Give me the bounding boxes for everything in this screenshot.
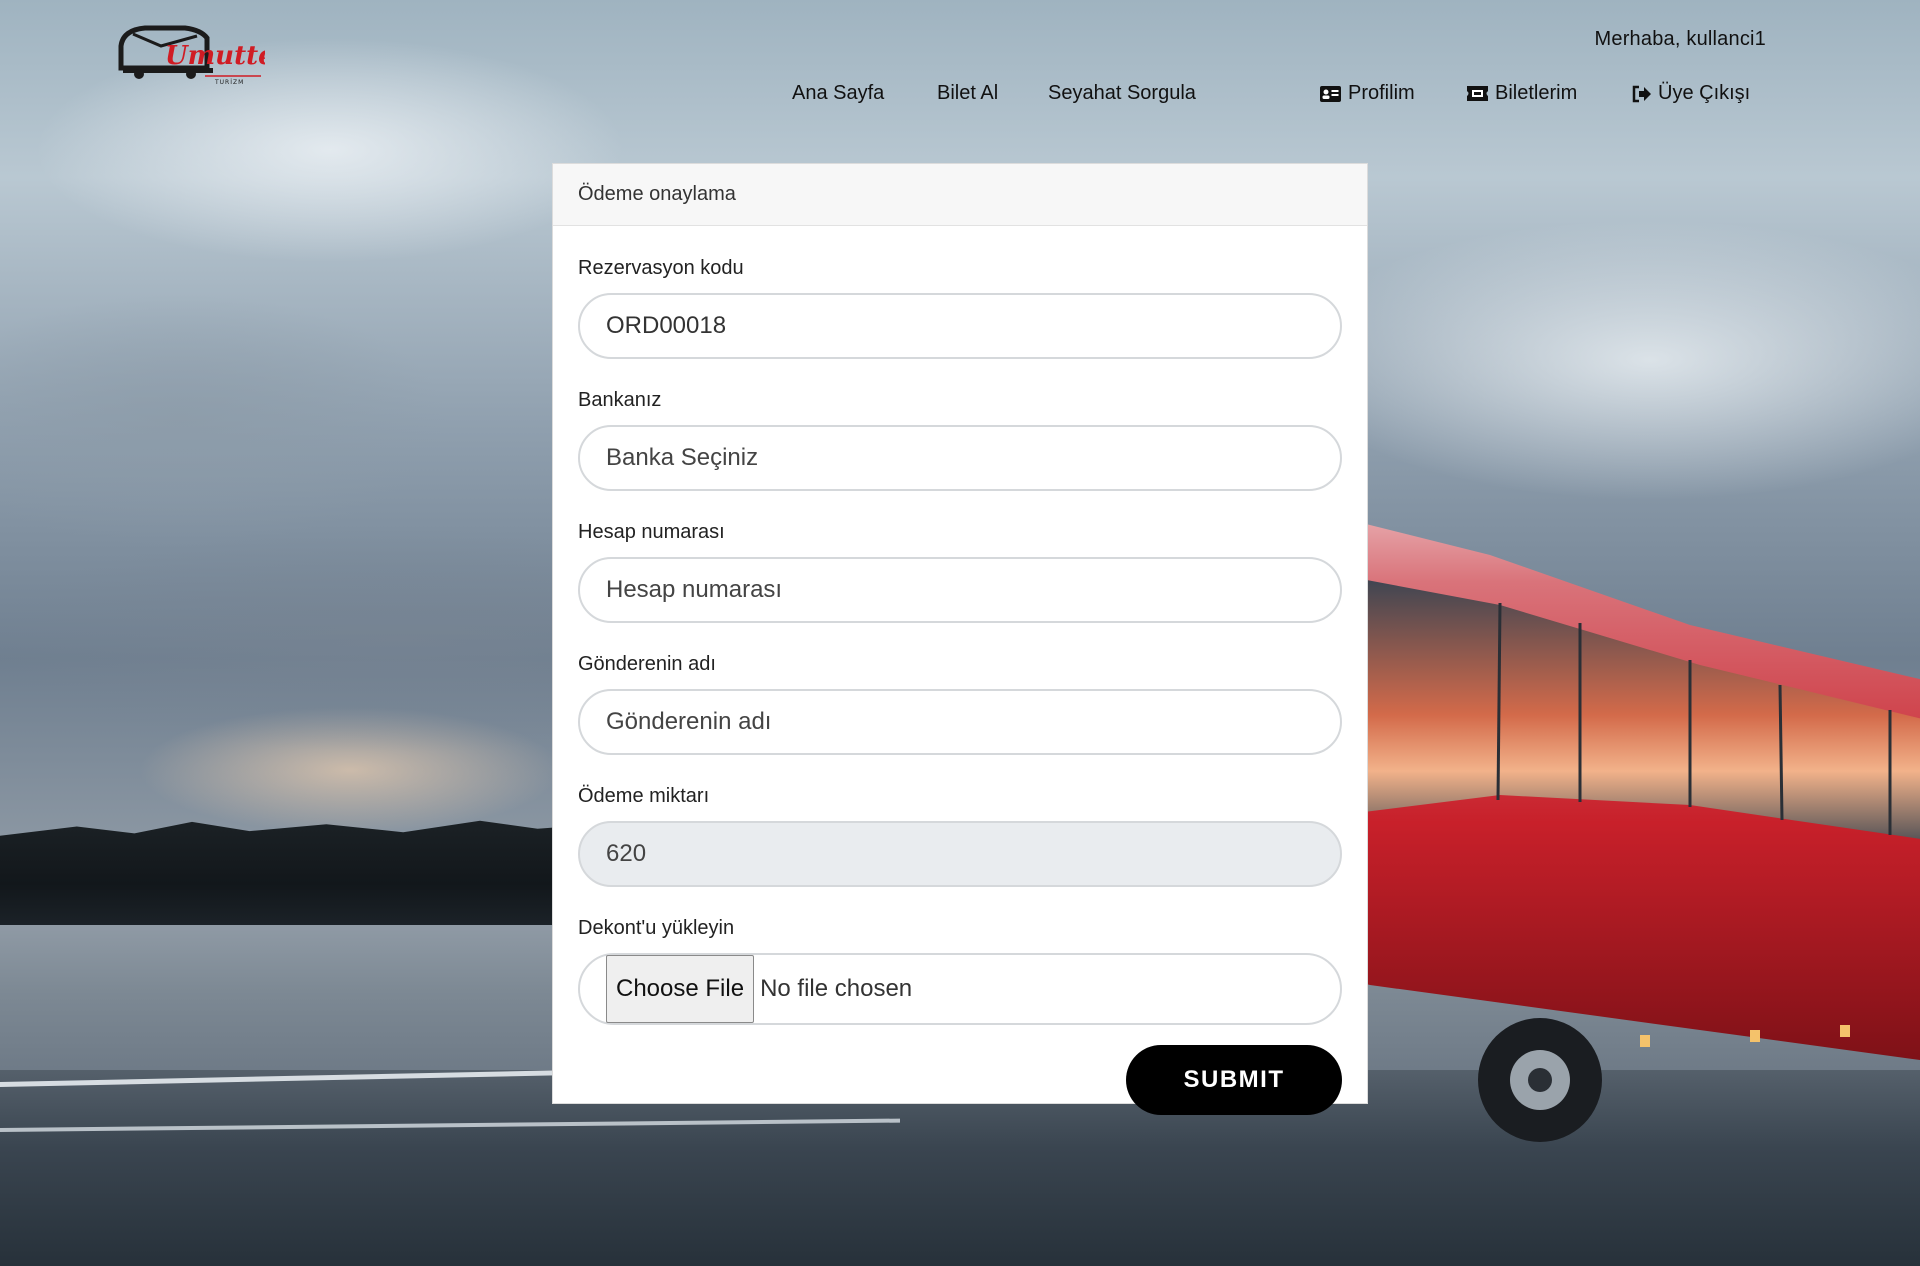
choose-file-button[interactable]: Choose File bbox=[606, 955, 755, 1023]
nav-buy-ticket[interactable]: Bilet Al bbox=[937, 82, 998, 105]
nav-trip-query[interactable]: Seyahat Sorgula bbox=[1048, 82, 1196, 105]
nav-tickets-label: Biletlerim bbox=[1495, 82, 1578, 104]
bank-select[interactable]: Banka Seçiniz bbox=[578, 425, 1342, 491]
receipt-upload-label: Dekont'u yükleyin bbox=[578, 917, 735, 939]
payment-amount-input: 620 bbox=[578, 821, 1342, 887]
nav-logout[interactable]: Üye Çıkışı bbox=[1632, 82, 1750, 105]
payment-form: Rezervasyon kodu ORD00018 Bankanız Banka… bbox=[553, 257, 1367, 1115]
reservation-code-input[interactable]: ORD00018 bbox=[578, 293, 1342, 359]
submit-row: SUBMIT bbox=[578, 1045, 1342, 1115]
reservation-label: Rezervasyon kodu bbox=[578, 257, 744, 279]
nav-profile-label: Profilim bbox=[1348, 82, 1415, 104]
sender-name-input[interactable]: Gönderenin adı bbox=[578, 689, 1342, 755]
nav-tickets[interactable]: Biletlerim bbox=[1466, 82, 1577, 105]
payment-amount-label: Ödeme miktarı bbox=[578, 785, 710, 807]
bus-image bbox=[1330, 515, 1920, 1142]
main-nav: Ana Sayfa Bilet Al Seyahat Sorgula Profi… bbox=[0, 82, 1920, 112]
svg-text:Umuttepe: Umuttepe bbox=[165, 41, 265, 71]
file-status: No file chosen bbox=[760, 975, 913, 1002]
user-greeting: Merhaba, kullanci1 bbox=[1594, 28, 1766, 50]
account-number-input[interactable]: Hesap numarası bbox=[578, 557, 1342, 623]
ticket-icon bbox=[1467, 86, 1488, 101]
bank-label: Bankanız bbox=[578, 389, 662, 411]
umuttepe-logo[interactable]: Umuttepe TURİZM bbox=[115, 24, 309, 86]
nav-profile[interactable]: Profilim bbox=[1319, 82, 1415, 105]
receipt-file-input[interactable]: Choose File No file chosen bbox=[578, 953, 1342, 1025]
card-title: Ödeme onaylama bbox=[553, 164, 1367, 226]
sign-out-icon bbox=[1632, 85, 1651, 102]
payment-confirmation-card: Ödeme onaylama Rezervasyon kodu ORD00018… bbox=[552, 163, 1368, 1115]
submit-button[interactable]: SUBMIT bbox=[1126, 1045, 1342, 1115]
sender-name-label: Gönderenin adı bbox=[578, 653, 716, 675]
nav-home[interactable]: Ana Sayfa bbox=[792, 82, 884, 105]
nav-logout-label: Üye Çıkışı bbox=[1658, 82, 1751, 104]
account-number-label: Hesap numarası bbox=[578, 521, 725, 543]
id-card-icon bbox=[1320, 85, 1341, 102]
